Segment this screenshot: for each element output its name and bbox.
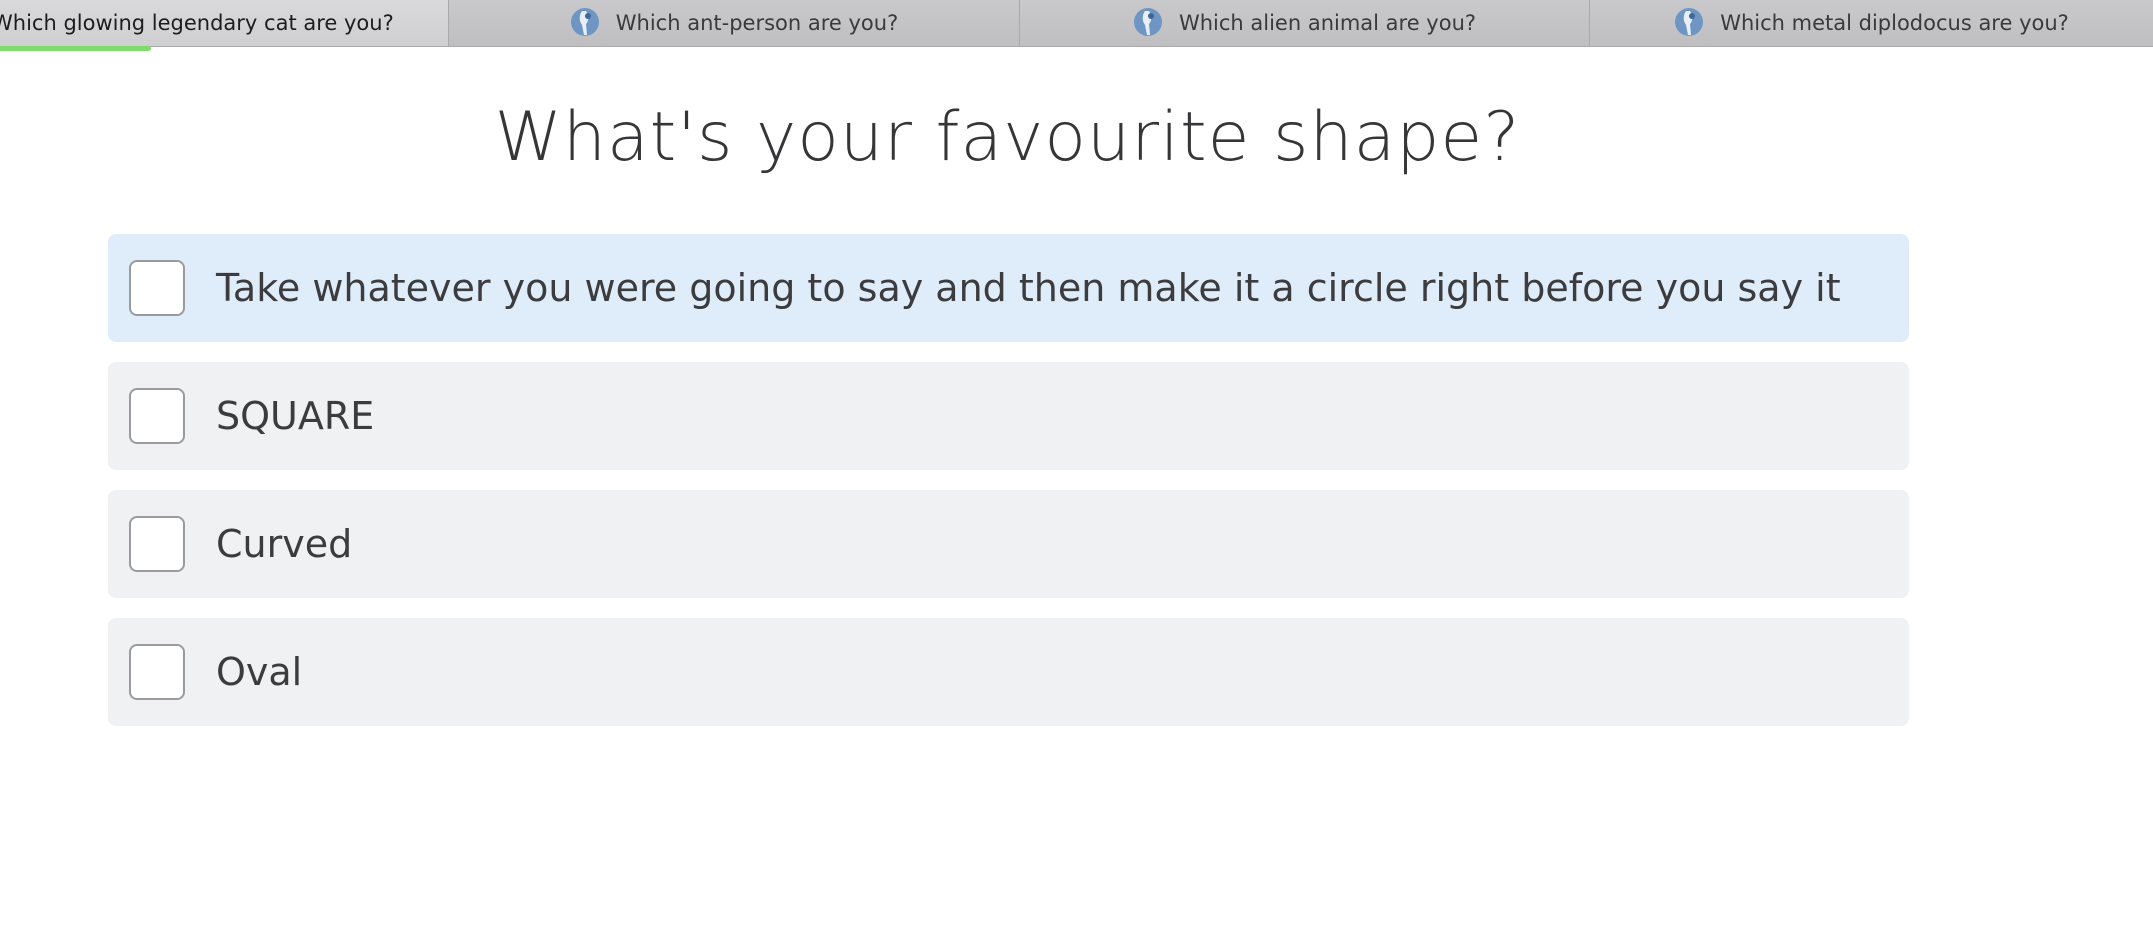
answer-option-square[interactable]: SQUARE bbox=[108, 362, 1909, 470]
tab-label: Which glowing legendary cat are you? bbox=[0, 11, 394, 35]
quiz-favicon-icon bbox=[1674, 7, 1704, 39]
answer-checkbox[interactable] bbox=[129, 388, 185, 444]
answer-label: Take whatever you were going to say and … bbox=[216, 266, 1841, 310]
answer-checkbox[interactable] bbox=[129, 644, 185, 700]
tab-label: Which ant-person are you? bbox=[615, 11, 899, 35]
answer-option-oval[interactable]: Oval bbox=[108, 618, 1909, 726]
tab-ant-person[interactable]: Which ant-person are you? bbox=[448, 0, 1019, 46]
answer-label: Curved bbox=[216, 522, 353, 566]
answer-label: Oval bbox=[216, 650, 303, 694]
quiz-favicon-icon bbox=[570, 7, 600, 39]
answer-checkbox[interactable] bbox=[129, 516, 185, 572]
tab-glowing-legendary-cat[interactable]: Which glowing legendary cat are you? bbox=[0, 0, 448, 46]
answer-checkbox[interactable] bbox=[129, 260, 185, 316]
browser-tab-bar: Which glowing legendary cat are you? Whi… bbox=[0, 0, 2153, 47]
answer-option-circle[interactable]: Take whatever you were going to say and … bbox=[108, 234, 1909, 342]
quiz-progress-bar bbox=[0, 46, 151, 51]
question-title: What's your favourite shape? bbox=[494, 98, 1521, 177]
tab-label: Which metal diplodocus are you? bbox=[1720, 11, 2069, 35]
tab-label: Which alien animal are you? bbox=[1178, 11, 1477, 35]
tab-metal-diplodocus[interactable]: Which metal diplodocus are you? bbox=[1589, 0, 2153, 46]
answer-option-curved[interactable]: Curved bbox=[108, 490, 1909, 598]
quiz-favicon-icon bbox=[1133, 7, 1163, 39]
tab-alien-animal[interactable]: Which alien animal are you? bbox=[1019, 0, 1589, 46]
answer-label: SQUARE bbox=[216, 394, 375, 438]
